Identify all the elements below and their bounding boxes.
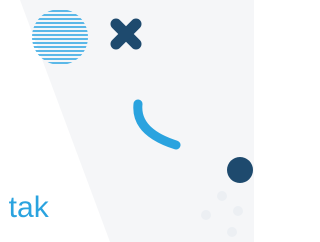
cross-icon — [110, 18, 142, 50]
dot-icon — [227, 157, 253, 183]
striped-circle-icon — [32, 10, 88, 64]
illustration-canvas: ı tak — [0, 0, 254, 242]
partial-text: ı tak — [0, 191, 49, 224]
faint-dots-icon — [201, 191, 243, 237]
arc-icon — [133, 99, 181, 150]
